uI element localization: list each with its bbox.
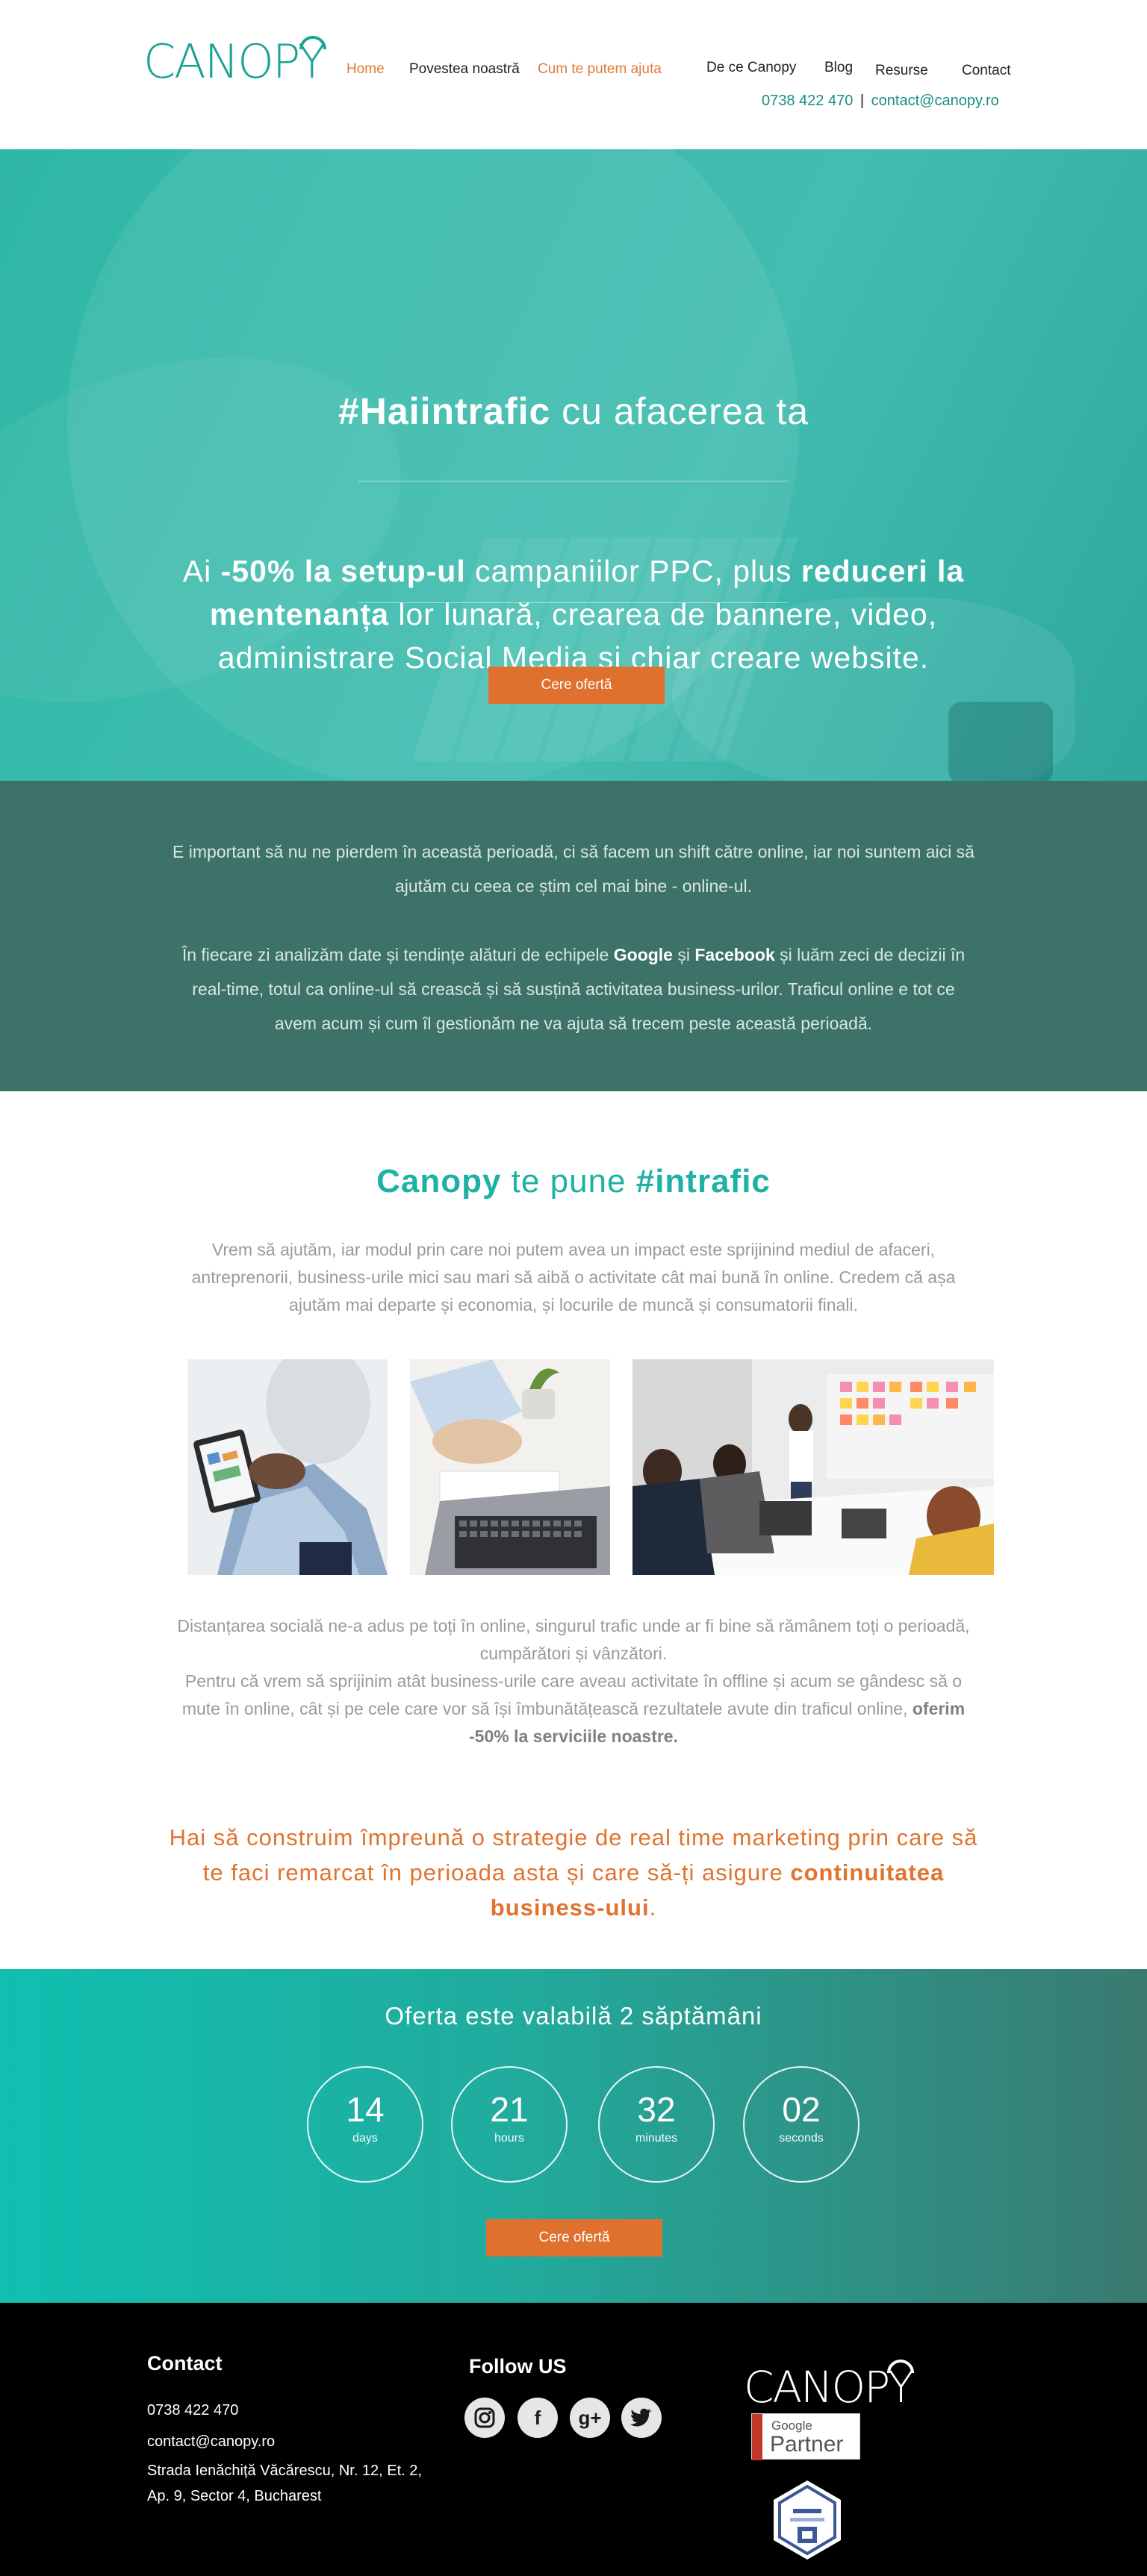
- site-footer: Contact 0738 422 470 contact@canopy.ro S…: [0, 2303, 1147, 2576]
- countdown-seconds-value: 02: [782, 2090, 821, 2129]
- canopy-logo[interactable]: CANOPY: [143, 36, 326, 85]
- nav-contact[interactable]: Contact: [962, 63, 1010, 79]
- photo-team-meeting: [632, 1359, 994, 1575]
- hero-subtitle: Ai -50% la setup-ul campaniilor PPC, plu…: [149, 549, 998, 679]
- google-plus-icon[interactable]: g+: [570, 2398, 610, 2438]
- countdown-hours: 21 hours: [451, 2066, 568, 2183]
- content-paragraph-1: Vrem să ajutăm, iar modul prin care noi …: [191, 1240, 956, 1314]
- google-partner-google: Google: [771, 2418, 812, 2433]
- countdown-minutes-value: 32: [637, 2090, 676, 2129]
- facebook-glyph: f: [534, 2406, 541, 2429]
- instagram-icon[interactable]: [464, 2398, 505, 2438]
- hero-divider-bottom: [358, 602, 789, 603]
- countdown-section: Oferta este valabilă 2 săptămâni 14 days…: [0, 1969, 1147, 2303]
- intro-section: E important să nu ne pierdem în această …: [0, 781, 1147, 1091]
- intro-text: și: [672, 945, 695, 964]
- header-contact: 0738 422 470 | contact@canopy.ro: [762, 93, 999, 110]
- content-orange-callout: Hai să construim împreună o strategie de…: [164, 1820, 983, 1925]
- section-title-brand: Canopy: [376, 1163, 502, 1200]
- nav-povestea[interactable]: Povestea noastră: [409, 61, 520, 78]
- google-partner-stripe: [752, 2414, 762, 2460]
- hero-title-hashtag: #Haiintrafic: [338, 390, 551, 432]
- countdown-days: 14 days: [307, 2066, 423, 2183]
- intro-bold-facebook: Facebook: [694, 945, 775, 964]
- header-phone[interactable]: 0738 422 470: [762, 93, 853, 109]
- countdown-cta-button[interactable]: Cere ofertă: [486, 2219, 662, 2257]
- countdown-days-value: 14: [346, 2090, 385, 2129]
- content-paragraph-2: Distanțarea socială ne-a adus pe toți în…: [177, 1616, 970, 1663]
- hero-sub-bold: -50% la setup-ul: [220, 554, 466, 588]
- countdown-seconds-label: seconds: [779, 2132, 824, 2145]
- countdown-title: Oferta este valabilă 2 săptămâni: [385, 2002, 762, 2030]
- callout-text: .: [649, 1894, 657, 1921]
- header-separator: |: [860, 93, 865, 109]
- google-plus-glyph: g+: [578, 2406, 602, 2429]
- site-header: CANOPY Home Povestea noastră Cum te pute…: [0, 0, 1147, 149]
- nav-home[interactable]: Home: [346, 61, 385, 78]
- hero-bg-watch: [948, 702, 1053, 781]
- laptop-photo-illustration: [410, 1359, 610, 1575]
- nav-cum-te-putem-ajuta[interactable]: Cum te putem ajuta: [538, 61, 662, 78]
- content-paragraph-3: Pentru că vrem să sprijinim atât busines…: [176, 1668, 971, 1750]
- photo-laptop-notebook: [410, 1359, 610, 1575]
- nav-de-ce-canopy[interactable]: De ce Canopy: [706, 60, 796, 76]
- countdown-hours-value: 21: [490, 2090, 529, 2129]
- intro-text: În fiecare zi analizăm date și tendințe …: [181, 945, 614, 964]
- footer-contact-title: Contact: [147, 2352, 223, 2374]
- section-title-text: te pune: [501, 1163, 636, 1200]
- nav-resurse[interactable]: Resurse: [875, 63, 928, 79]
- countdown-hours-label: hours: [494, 2132, 525, 2145]
- footer-canopy-logo[interactable]: CANOPY: [744, 2360, 914, 2409]
- google-partner-partner: Partner: [770, 2432, 844, 2457]
- intro-paragraph-2: În fiecare zi analizăm date și tendințe …: [172, 938, 975, 1041]
- countdown-minutes-label: minutes: [635, 2132, 678, 2145]
- countdown-seconds: 02 seconds: [743, 2066, 860, 2183]
- hero-sub-text: campaniilor PPC, plus: [465, 554, 801, 588]
- photo-tablet: [187, 1359, 388, 1575]
- content-text: Pentru că vrem să sprijinim atât busines…: [181, 1671, 963, 1718]
- twitter-icon[interactable]: [621, 2398, 662, 2438]
- hero-cta-button[interactable]: Cere ofertă: [488, 667, 665, 704]
- instagram-glyph: [474, 2407, 495, 2428]
- hero-section: #Haiintrafic cu afacerea ta Ai -50% la s…: [0, 149, 1147, 781]
- footer-phone[interactable]: 0738 422 470: [147, 2398, 238, 2423]
- nav-blog[interactable]: Blog: [824, 60, 853, 76]
- section-title: Canopy te pune #intrafic: [0, 1163, 1147, 1200]
- hero-title-rest: cu afacerea ta: [550, 390, 809, 432]
- countdown-days-label: days: [352, 2132, 378, 2145]
- hero-sub-text: Ai: [182, 554, 221, 588]
- intro-bold-google: Google: [613, 945, 673, 964]
- footer-follow-title: Follow US: [469, 2355, 567, 2377]
- meeting-photo-illustration: [632, 1359, 994, 1575]
- facebook-blueprint-badge-icon: [774, 2480, 841, 2560]
- content-section: Canopy te pune #intrafic Vrem să ajutăm,…: [0, 1091, 1147, 1969]
- twitter-glyph: [630, 2408, 652, 2427]
- section-title-hashtag: #intrafic: [635, 1163, 771, 1200]
- tablet-photo-illustration: [187, 1359, 388, 1575]
- footer-email[interactable]: contact@canopy.ro: [147, 2429, 275, 2454]
- countdown-minutes: 32 minutes: [598, 2066, 715, 2183]
- footer-address: Strada Ienăchiță Văcărescu, Nr. 12, Et. …: [147, 2463, 422, 2504]
- footer-logo-arc-icon: [887, 2360, 915, 2374]
- google-partner-badge: Google Partner: [751, 2413, 860, 2460]
- intro-paragraph-1: E important să nu ne pierdem în această …: [172, 842, 975, 896]
- facebook-icon[interactable]: f: [517, 2398, 558, 2438]
- header-email[interactable]: contact@canopy.ro: [871, 93, 999, 109]
- hero-title: #Haiintrafic cu afacerea ta: [0, 390, 1147, 433]
- logo-arc-icon: [299, 36, 326, 50]
